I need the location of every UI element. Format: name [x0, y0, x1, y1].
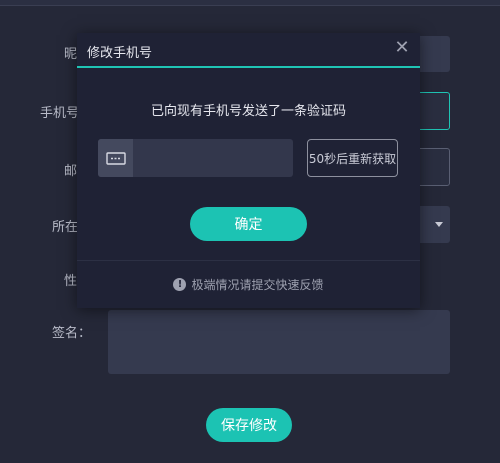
verification-message: 已向现有手机号发送了一条验证码: [150, 104, 346, 119]
quick-feedback-link[interactable]: 极端情况请提交快速反馈: [191, 276, 323, 293]
save-button[interactable]: 保存修改: [206, 408, 292, 442]
info-icon: !: [173, 278, 187, 291]
change-phone-modal: 修改手机号 ✕ 已向现有手机号发送了一条验证码 50秒后重新获取 确定 ! 极端…: [77, 33, 420, 308]
gender-label: 性: [64, 274, 78, 289]
nickname-label: 昵: [64, 47, 78, 62]
modal-footer: ! 极端情况请提交快速反馈: [77, 260, 420, 308]
location-label: 所在: [52, 220, 79, 235]
chevron-down-icon: [435, 222, 443, 227]
confirm-button[interactable]: 确定: [190, 207, 307, 241]
close-icon[interactable]: ✕: [393, 39, 411, 57]
modal-header: 修改手机号 ✕: [77, 33, 420, 68]
resend-code-button[interactable]: 50秒后重新获取: [307, 139, 398, 177]
phone-label: 手机号: [40, 106, 80, 121]
verification-code-icon: [98, 139, 133, 177]
verification-code-input[interactable]: [133, 139, 293, 177]
top-bar: [0, 0, 500, 6]
modal-title: 修改手机号: [87, 46, 153, 61]
email-label: 邮: [64, 164, 78, 179]
signature-label: 签名：: [52, 326, 92, 341]
verification-code-group: [98, 139, 293, 177]
signature-textarea[interactable]: [108, 310, 450, 374]
